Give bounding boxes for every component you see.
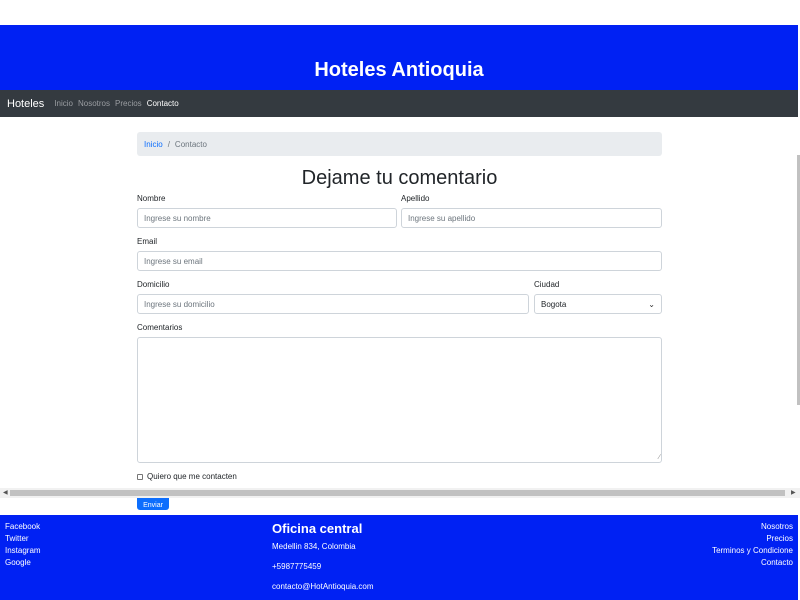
nav-link-nosotros[interactable]: Nosotros bbox=[78, 99, 110, 108]
comentarios-textarea[interactable]: ∕ bbox=[137, 337, 662, 463]
site-title: Hoteles Antioquia bbox=[314, 59, 484, 81]
horizontal-scrollbar[interactable]: ◀ ▶ bbox=[0, 488, 800, 498]
apellido-input[interactable]: Ingrese su apellido bbox=[401, 208, 662, 228]
email-label: Email bbox=[137, 237, 158, 246]
apellido-placeholder: Ingrese su apellido bbox=[408, 213, 476, 223]
nombre-input[interactable]: Ingrese su nombre bbox=[137, 208, 397, 228]
email-input[interactable]: Ingrese su email bbox=[137, 251, 662, 271]
footer-social-links: Facebook Twitter Instagram Google bbox=[5, 521, 41, 569]
breadcrumb-home-link[interactable]: Inicio bbox=[144, 140, 163, 149]
office-title: Oficina central bbox=[272, 521, 363, 536]
breadcrumb-separator: / bbox=[167, 139, 170, 149]
site-header: Hoteles Antioquia bbox=[0, 25, 798, 90]
resize-handle-icon[interactable]: ∕ bbox=[659, 454, 660, 461]
nav-link-precios[interactable]: Precios bbox=[115, 99, 142, 108]
domicilio-label: Domicilio bbox=[137, 280, 170, 289]
submit-button[interactable]: Enviar bbox=[137, 498, 169, 510]
office-email: contacto@HotAntioquia.com bbox=[272, 582, 374, 591]
footer-office: Oficina central Medellin 834, Colombia +… bbox=[272, 521, 374, 600]
ciudad-selected-value: Bogota bbox=[541, 299, 567, 309]
footer-link-contacto[interactable]: Contacto bbox=[712, 557, 793, 569]
domicilio-input[interactable]: Ingrese su domicilio bbox=[137, 294, 529, 314]
footer-link-terminos[interactable]: Terminos y Condicione bbox=[712, 545, 793, 557]
ciudad-label: Ciudad bbox=[534, 280, 560, 289]
footer-link-instagram[interactable]: Instagram bbox=[5, 545, 41, 557]
nombre-label: Nombre bbox=[137, 194, 166, 203]
navbar-brand[interactable]: Hoteles bbox=[7, 98, 44, 110]
office-phone: +5987775459 bbox=[272, 562, 322, 571]
footer-link-precios[interactable]: Precios bbox=[712, 533, 793, 545]
main-content: Inicio / Contacto Dejame tu comentario bbox=[137, 132, 662, 191]
footer-link-facebook[interactable]: Facebook bbox=[5, 521, 41, 533]
footer-link-twitter[interactable]: Twitter bbox=[5, 533, 41, 545]
office-address: Medellin 834, Colombia bbox=[272, 542, 356, 551]
breadcrumb-current: Contacto bbox=[174, 139, 207, 149]
site-footer: Facebook Twitter Instagram Google Oficin… bbox=[0, 515, 798, 600]
horizontal-scrollbar-thumb[interactable] bbox=[10, 490, 785, 496]
nav-link-contacto[interactable]: Contacto bbox=[147, 99, 179, 108]
footer-link-nosotros[interactable]: Nosotros bbox=[712, 521, 793, 533]
footer-nav-links: Nosotros Precios Terminos y Condicione C… bbox=[712, 521, 793, 569]
contact-checkbox-row: Quiero que me contacten bbox=[137, 472, 237, 481]
form-title: Dejame tu comentario bbox=[301, 167, 498, 189]
chevron-down-icon: ⌄ bbox=[648, 299, 655, 309]
apellido-label: Apellido bbox=[401, 194, 430, 203]
nav-link-inicio[interactable]: Inicio bbox=[54, 99, 73, 108]
navbar: Hoteles Inicio Nosotros Precios Contacto bbox=[0, 90, 798, 117]
comentarios-label: Comentarios bbox=[137, 323, 183, 332]
footer-link-google[interactable]: Google bbox=[5, 557, 41, 569]
nombre-placeholder: Ingrese su nombre bbox=[144, 213, 211, 223]
page: Hoteles Antioquia Hoteles Inicio Nosotro… bbox=[0, 0, 800, 600]
scroll-left-arrow-icon[interactable]: ◀ bbox=[3, 489, 8, 496]
email-placeholder: Ingrese su email bbox=[144, 256, 203, 266]
ciudad-select[interactable]: Bogota ⌄ bbox=[534, 294, 662, 314]
contact-checkbox-label: Quiero que me contacten bbox=[147, 472, 237, 481]
breadcrumb: Inicio / Contacto bbox=[137, 132, 662, 156]
domicilio-placeholder: Ingrese su domicilio bbox=[144, 299, 215, 309]
contact-checkbox[interactable] bbox=[137, 473, 143, 480]
scroll-right-arrow-icon[interactable]: ▶ bbox=[791, 489, 796, 496]
